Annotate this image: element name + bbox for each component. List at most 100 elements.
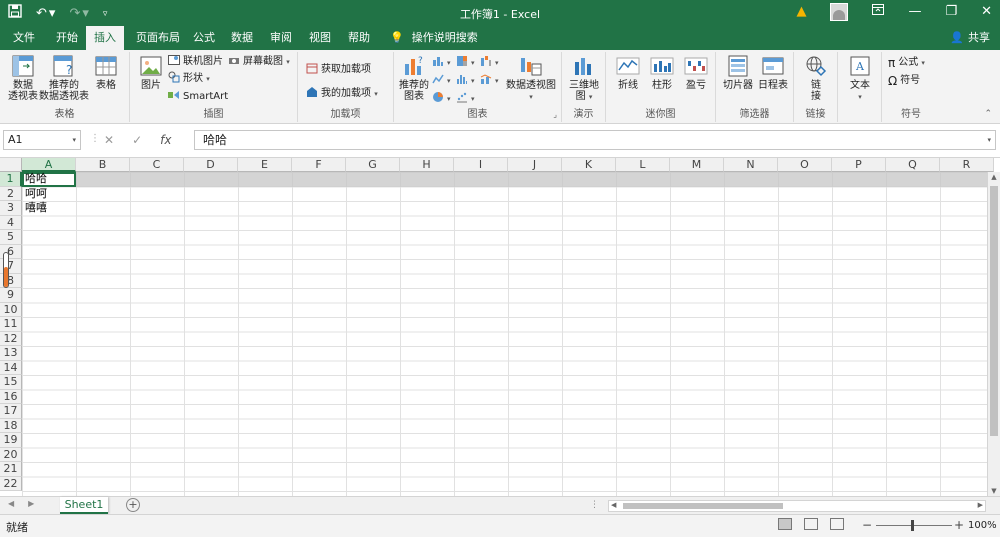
cells-area[interactable] xyxy=(22,172,1000,496)
column-header-A[interactable]: A xyxy=(22,158,76,172)
column-header-O[interactable]: O xyxy=(778,158,832,172)
column-header-M[interactable]: M xyxy=(670,158,724,172)
row-header-18[interactable]: 18 xyxy=(0,418,22,433)
name-box[interactable]: A1 ▾ xyxy=(3,130,81,150)
cell-A2[interactable]: 呵呵 xyxy=(25,187,47,202)
slicer-button[interactable]: 切片器 xyxy=(720,54,756,91)
row-header-5[interactable]: 5 xyxy=(0,230,22,245)
normal-view-icon[interactable] xyxy=(778,518,792,530)
scatter-chart-button[interactable]: ▾ xyxy=(456,91,475,105)
enter-icon[interactable]: ✓ xyxy=(132,133,142,147)
sparkline-column-button[interactable]: 柱形 xyxy=(646,54,678,91)
column-header-B[interactable]: B xyxy=(76,158,130,172)
column-header-J[interactable]: J xyxy=(508,158,562,172)
tab-insert[interactable]: 插入 xyxy=(86,26,124,50)
column-header-I[interactable]: I xyxy=(454,158,508,172)
tab-review[interactable]: 审阅 xyxy=(262,26,300,50)
column-header-H[interactable]: H xyxy=(400,158,454,172)
cell-A1[interactable]: 哈哈 xyxy=(25,172,47,187)
zoom-in-button[interactable]: + xyxy=(954,518,964,532)
scroll-up-icon[interactable]: ▲ xyxy=(988,173,1000,181)
row-header-21[interactable]: 21 xyxy=(0,462,22,477)
page-layout-view-icon[interactable] xyxy=(804,518,818,530)
equation-button[interactable]: π 公式 ▾ xyxy=(888,56,925,70)
add-sheet-button[interactable]: + xyxy=(126,498,140,512)
tab-file[interactable]: 文件 xyxy=(5,26,43,50)
column-header-N[interactable]: N xyxy=(724,158,778,172)
tab-view[interactable]: 视图 xyxy=(301,26,339,50)
sparkline-winloss-button[interactable]: 盈亏 xyxy=(680,54,712,91)
cancel-icon[interactable]: ✕ xyxy=(104,133,114,147)
recommended-charts-button[interactable]: ? 推荐的 图表 xyxy=(396,54,432,102)
tab-data[interactable]: 数据 xyxy=(223,26,261,50)
column-header-G[interactable]: G xyxy=(346,158,400,172)
my-addins-button[interactable]: 我的加载项 ▾ xyxy=(306,86,378,100)
row-header-22[interactable]: 22 xyxy=(0,476,22,491)
row-header-4[interactable]: 4 xyxy=(0,215,22,230)
worksheet-grid[interactable]: ABCDEFGHIJKLMNOPQR 1 2 3 4 5 6 7 8 9 10 11 12 13 14 15… xyxy=(0,158,1000,496)
cell-A3[interactable]: 嘻嘻 xyxy=(25,201,47,216)
row-header-14[interactable]: 14 xyxy=(0,360,22,375)
row-header-10[interactable]: 10 xyxy=(0,302,22,317)
sparkline-line-button[interactable]: 折线 xyxy=(612,54,644,91)
expand-formula-icon[interactable]: ▾ xyxy=(987,131,991,149)
tab-home[interactable]: 开始 xyxy=(48,26,86,50)
waterfall-chart-button[interactable]: ▾ xyxy=(480,55,499,69)
text-button[interactable]: A 文本 ▾ xyxy=(844,54,876,103)
statistic-chart-button[interactable]: ▾ xyxy=(456,73,475,87)
tell-me-search[interactable]: 💡 操作说明搜索 xyxy=(382,26,486,50)
column-header-C[interactable]: C xyxy=(130,158,184,172)
row-header-3[interactable]: 3 xyxy=(0,201,22,216)
tab-help[interactable]: 帮助 xyxy=(340,26,378,50)
row-header-12[interactable]: 12 xyxy=(0,331,22,346)
table-button[interactable]: 表格 xyxy=(90,54,122,91)
recommended-pivot-button[interactable]: ? 推荐的 数据透视表 xyxy=(38,54,90,102)
column-header-K[interactable]: K xyxy=(562,158,616,172)
row-header-15[interactable]: 15 xyxy=(0,375,22,390)
share-button[interactable]: 👤 共享 xyxy=(950,26,990,50)
column-header-R[interactable]: R xyxy=(940,158,994,172)
page-break-view-icon[interactable] xyxy=(830,518,844,530)
pivot-table-button[interactable]: 数据 透视表 xyxy=(4,54,42,102)
row-header-13[interactable]: 13 xyxy=(0,346,22,361)
collapse-ribbon-icon[interactable]: ⌃ xyxy=(984,109,992,119)
scroll-right-icon[interactable]: ▶ xyxy=(978,501,983,509)
line-chart-button[interactable]: ▾ xyxy=(432,73,451,87)
row-header-1[interactable]: 1 xyxy=(0,172,22,187)
vertical-scrollbar[interactable]: ▲ ▼ xyxy=(987,172,1000,496)
online-pictures-button[interactable]: 联机图片 xyxy=(168,54,223,68)
minimize-button[interactable]: — xyxy=(908,3,921,21)
column-chart-button[interactable]: ▾ xyxy=(432,55,451,69)
restore-button[interactable]: ❐ xyxy=(945,3,957,21)
shapes-button[interactable]: 形状 ▾ xyxy=(168,71,210,85)
screenshot-button[interactable]: 屏幕截图 ▾ xyxy=(228,54,290,68)
formula-input[interactable]: 哈哈 ▾ xyxy=(194,130,996,150)
scroll-down-icon[interactable]: ▼ xyxy=(988,487,1000,495)
sheet-nav-arrows[interactable]: ◀▶ xyxy=(8,499,48,508)
close-button[interactable]: ✕ xyxy=(981,3,992,21)
3d-map-button[interactable]: 三维地 图 ▾ xyxy=(566,54,602,103)
row-header-20[interactable]: 20 xyxy=(0,447,22,462)
insert-function-icon[interactable]: fx xyxy=(160,133,171,147)
row-header-2[interactable]: 2 xyxy=(0,186,22,201)
column-header-E[interactable]: E xyxy=(238,158,292,172)
combo-chart-button[interactable]: ▾ xyxy=(480,73,499,87)
smartart-button[interactable]: SmartArt xyxy=(168,89,228,103)
row-header-19[interactable]: 19 xyxy=(0,433,22,448)
tab-formulas[interactable]: 公式 xyxy=(185,26,223,50)
link-button[interactable]: 链 接 xyxy=(800,54,832,102)
row-header-16[interactable]: 16 xyxy=(0,389,22,404)
warning-icon[interactable]: ▲ xyxy=(796,3,806,21)
charts-dialog-launcher-icon[interactable]: ⌟ xyxy=(553,110,557,119)
column-header-L[interactable]: L xyxy=(616,158,670,172)
zoom-level[interactable]: 100% xyxy=(968,520,997,531)
horizontal-scroll-thumb[interactable] xyxy=(623,503,783,509)
scroll-left-icon[interactable]: ◀ xyxy=(611,501,616,509)
get-addins-button[interactable]: 获取加载项 xyxy=(306,62,371,76)
zoom-slider-track[interactable] xyxy=(876,525,952,526)
vertical-scroll-thumb[interactable] xyxy=(990,186,998,436)
tab-split-icon[interactable]: ⋮ xyxy=(590,500,599,510)
pictures-button[interactable]: 图片 xyxy=(136,54,166,91)
zoom-out-button[interactable]: − xyxy=(862,518,872,532)
column-header-D[interactable]: D xyxy=(184,158,238,172)
